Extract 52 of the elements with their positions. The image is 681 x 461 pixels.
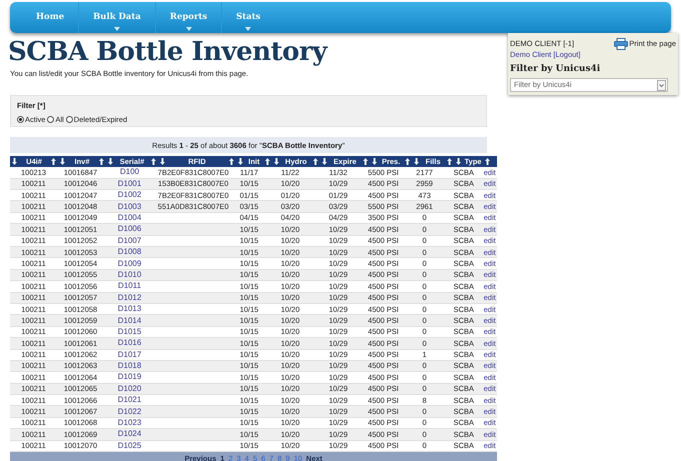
caret-icon — [245, 26, 252, 31]
serial-link[interactable]: D1023 — [118, 418, 142, 428]
sort-down-icon[interactable] — [322, 158, 327, 166]
serial-link[interactable]: D1013 — [118, 304, 142, 314]
sort-up-icon[interactable] — [98, 158, 104, 166]
serial-link[interactable]: D1008 — [118, 247, 142, 256]
serial-link[interactable]: D1022 — [118, 406, 142, 416]
serial-link[interactable]: D1004 — [118, 213, 142, 222]
serial-link[interactable]: D1007 — [118, 236, 142, 245]
serial-link[interactable]: D1012 — [118, 292, 142, 302]
serial-link[interactable]: D1010 — [118, 270, 142, 279]
serial-link[interactable]: D1006 — [118, 224, 142, 234]
sort-down-icon[interactable] — [12, 158, 17, 166]
serial-link[interactable]: D1001 — [118, 178, 142, 188]
serial-link[interactable]: D1019 — [118, 372, 142, 382]
serial-link[interactable]: D1009 — [118, 258, 142, 268]
sort-down-icon[interactable] — [274, 158, 279, 166]
filter-title: Filter by Unicus4i — [510, 62, 602, 76]
serial-link[interactable]: D1021 — [118, 395, 142, 404]
printer-icon[interactable] — [614, 38, 628, 50]
sort-up-icon[interactable] — [51, 158, 56, 166]
sort-down-icon[interactable] — [108, 158, 113, 166]
serial-link[interactable]: D1003 — [118, 202, 142, 211]
sort-up-icon[interactable] — [150, 158, 156, 166]
sort-up-icon[interactable] — [446, 158, 452, 166]
serial-link[interactable]: D1002 — [118, 190, 142, 200]
serial-link[interactable]: D1018 — [118, 361, 142, 370]
sort-down-icon[interactable] — [456, 158, 461, 166]
sort-up-icon[interactable] — [265, 158, 270, 166]
sort-down-icon[interactable] — [60, 158, 65, 166]
serial-link[interactable]: D100 — [120, 167, 140, 176]
serial-link[interactable]: D1025 — [118, 440, 142, 450]
caret-icon — [114, 26, 120, 31]
sort-up-icon[interactable] — [229, 158, 234, 166]
serial-link[interactable]: D1016 — [118, 338, 142, 348]
serial-link[interactable]: D1017 — [118, 350, 142, 359]
serial-link[interactable]: D1011 — [118, 281, 142, 290]
dropdown-icon — [657, 80, 666, 90]
sort-down-icon[interactable] — [160, 158, 165, 166]
serial-link[interactable]: D1020 — [118, 384, 142, 393]
caret-icon — [186, 26, 192, 31]
sort-up-icon[interactable] — [363, 158, 368, 166]
sort-up-icon[interactable] — [404, 158, 410, 166]
page-title: SCBA Bottle Inventory — [8, 37, 329, 67]
serial-link[interactable]: D1014 — [118, 316, 142, 325]
serial-link[interactable]: D1024 — [118, 429, 142, 438]
sort-up-icon[interactable] — [312, 158, 318, 166]
sort-down-icon[interactable] — [372, 158, 377, 166]
serial-link[interactable]: D1015 — [118, 326, 142, 336]
sort-down-icon[interactable] — [414, 158, 419, 166]
sort-up-icon[interactable] — [484, 158, 490, 166]
sort-down-icon[interactable] — [238, 158, 243, 166]
